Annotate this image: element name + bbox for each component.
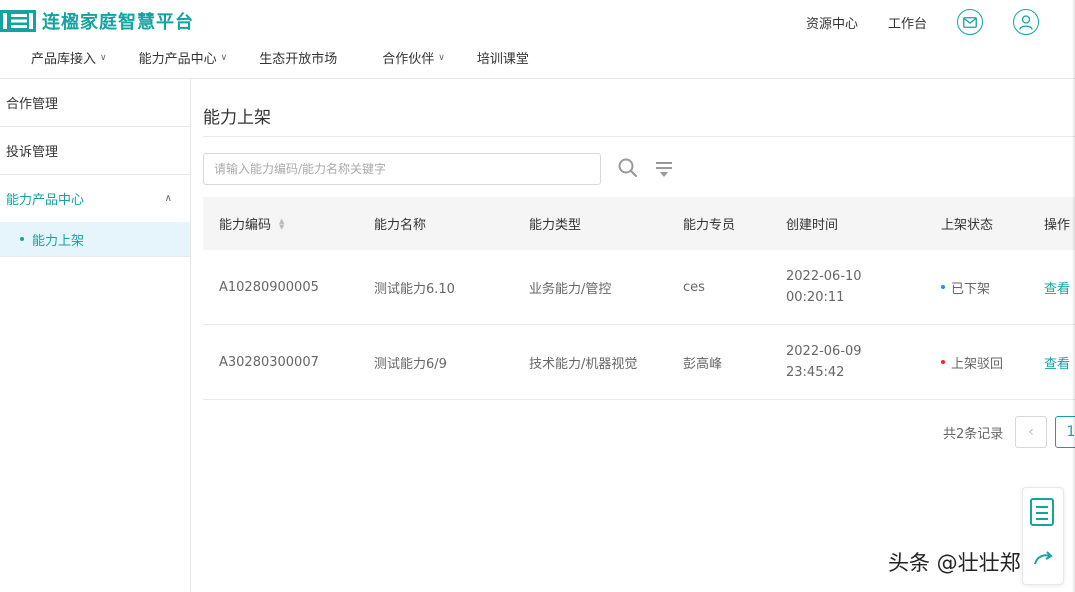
logo[interactable]: 连楹家庭智慧平台	[0, 8, 194, 34]
active-dot-icon	[20, 237, 24, 241]
sidebar-item-label: 能力上架	[32, 233, 85, 249]
total-records: 共2条记录	[943, 427, 1004, 442]
column-header-staff: 能力专员	[683, 218, 736, 233]
top-links: 资源中心 工作台	[806, 6, 1075, 38]
search-icon[interactable]	[617, 157, 639, 179]
chevron-left-icon: ‹	[1028, 424, 1034, 440]
column-header-created: 创建时间	[786, 218, 839, 233]
column-header-type: 能力类型	[529, 218, 582, 233]
table-header: 能力编码 ▲ ▼ 能力名称 能力类型 能力专员 创建时间 上架状态 操作	[203, 197, 1075, 250]
view-link[interactable]: 查看	[1044, 250, 1070, 324]
cell-name: 测试能力6.10	[374, 281, 455, 297]
filter-icon[interactable]	[653, 158, 675, 180]
sidebar-item-capability-listing[interactable]: 能力上架	[0, 222, 190, 257]
nav-training[interactable]: 培训课堂	[477, 48, 529, 67]
document-icon[interactable]	[1029, 497, 1055, 527]
table-row: A30280300007 测试能力6/9 技术能力/机器视觉 彭高峰 2022-…	[203, 325, 1075, 400]
cell-staff: ces	[683, 279, 705, 295]
main-nav: 产品库接入 ∨ 能力产品中心 ∨ 生态开放市场 合作伙伴 ∨ 培训课堂	[31, 48, 529, 67]
cell-code: A10280900005	[219, 279, 319, 295]
column-header-label: 能力编码	[219, 218, 272, 233]
sidebar-item-label: 合作管理	[6, 97, 59, 112]
cell-code: A30280300007	[219, 354, 319, 370]
nav-label: 培训课堂	[476, 52, 529, 67]
logo-mark-icon	[0, 10, 36, 32]
status-dot-icon	[941, 285, 945, 289]
search-input[interactable]	[203, 153, 601, 185]
created-time: 00:20:11	[786, 290, 845, 305]
nav-label: 生态开放市场	[259, 52, 338, 67]
column-header-code[interactable]: 能力编码 ▲ ▼	[219, 197, 284, 250]
top-header: 连楹家庭智慧平台 资源中心 工作台 产品库接入 ∨ 能力产品中心 ∨ 生态开放市场 …	[0, 0, 1075, 79]
floating-toolbar	[1022, 487, 1064, 585]
divider	[203, 136, 1075, 137]
watermark-text: 头条 @壮壮郑	[888, 551, 1021, 575]
nav-label: 能力产品中心	[138, 52, 217, 67]
status-badge: 已下架	[951, 281, 991, 297]
main-content: 能力上架 能力编码 ▲▼ 能力名称 能力类型 能力专员 创建时间 上架状态 操作…	[191, 79, 1075, 592]
nav-product-library[interactable]: 产品库接入 ∨	[31, 48, 107, 67]
cell-status: 上架驳回	[941, 325, 1003, 399]
mail-icon[interactable]	[957, 9, 983, 35]
chevron-up-icon: ∧	[164, 193, 172, 204]
created-date: 2022-06-10	[786, 269, 862, 284]
sidebar-item-label: 投诉管理	[6, 145, 59, 160]
user-icon[interactable]	[1013, 9, 1039, 35]
cell-created: 2022-06-09 23:45:42	[786, 325, 862, 399]
nav-label: 合作伙伴	[382, 52, 435, 67]
sidebar-group-capability-center[interactable]: 能力产品中心 ∧	[0, 175, 190, 222]
cell-type: 业务能力/管控	[529, 281, 612, 297]
nav-partners[interactable]: 合作伙伴 ∨	[382, 48, 445, 67]
table-row: A10280900005 测试能力6.10 业务能力/管控 ces 2022-0…	[203, 250, 1075, 325]
created-time: 23:45:42	[786, 365, 845, 380]
created-date: 2022-06-09	[786, 344, 862, 359]
column-header-status: 上架状态	[941, 218, 994, 233]
resource-center-link[interactable]: 资源中心	[806, 13, 858, 32]
cell-name: 测试能力6/9	[374, 356, 447, 372]
cell-staff: 彭高峰	[683, 356, 723, 372]
status-badge: 上架驳回	[951, 356, 1004, 372]
nav-ecosystem-market[interactable]: 生态开放市场	[259, 48, 337, 67]
chevron-down-icon: ∨	[100, 52, 107, 63]
chevron-down-icon: ∨	[220, 52, 228, 63]
share-icon[interactable]	[1031, 546, 1055, 576]
logo-text: 连楹家庭智慧平台	[42, 12, 194, 33]
cell-status: 已下架	[941, 250, 990, 324]
sidebar-item-cooperation[interactable]: 合作管理	[0, 79, 190, 127]
column-header-action: 操作	[1044, 218, 1071, 233]
page-title: 能力上架	[203, 108, 271, 128]
nav-label: 产品库接入	[31, 52, 97, 67]
sort-icon[interactable]: ▲ ▼	[279, 217, 284, 230]
capability-table: 能力编码 ▲ ▼ 能力名称 能力类型 能力专员 创建时间 上架状态 操作 A102…	[203, 197, 1075, 400]
cell-created: 2022-06-10 00:20:11	[786, 250, 862, 324]
sidebar-item-complaints[interactable]: 投诉管理	[0, 127, 190, 175]
view-link[interactable]: 查看	[1044, 325, 1070, 399]
nav-capability-center[interactable]: 能力产品中心 ∨	[139, 48, 228, 67]
workbench-link[interactable]: 工作台	[888, 13, 927, 32]
sidebar: 合作管理 投诉管理 能力产品中心 ∧ 能力上架	[0, 79, 191, 592]
column-header-name: 能力名称	[374, 218, 427, 233]
sidebar-group-label: 能力产品中心	[6, 193, 85, 208]
prev-page-button[interactable]: ‹	[1015, 416, 1047, 448]
cell-type: 技术能力/机器视觉	[529, 356, 638, 372]
chevron-down-icon: ∨	[438, 52, 445, 63]
status-dot-icon	[941, 360, 945, 364]
